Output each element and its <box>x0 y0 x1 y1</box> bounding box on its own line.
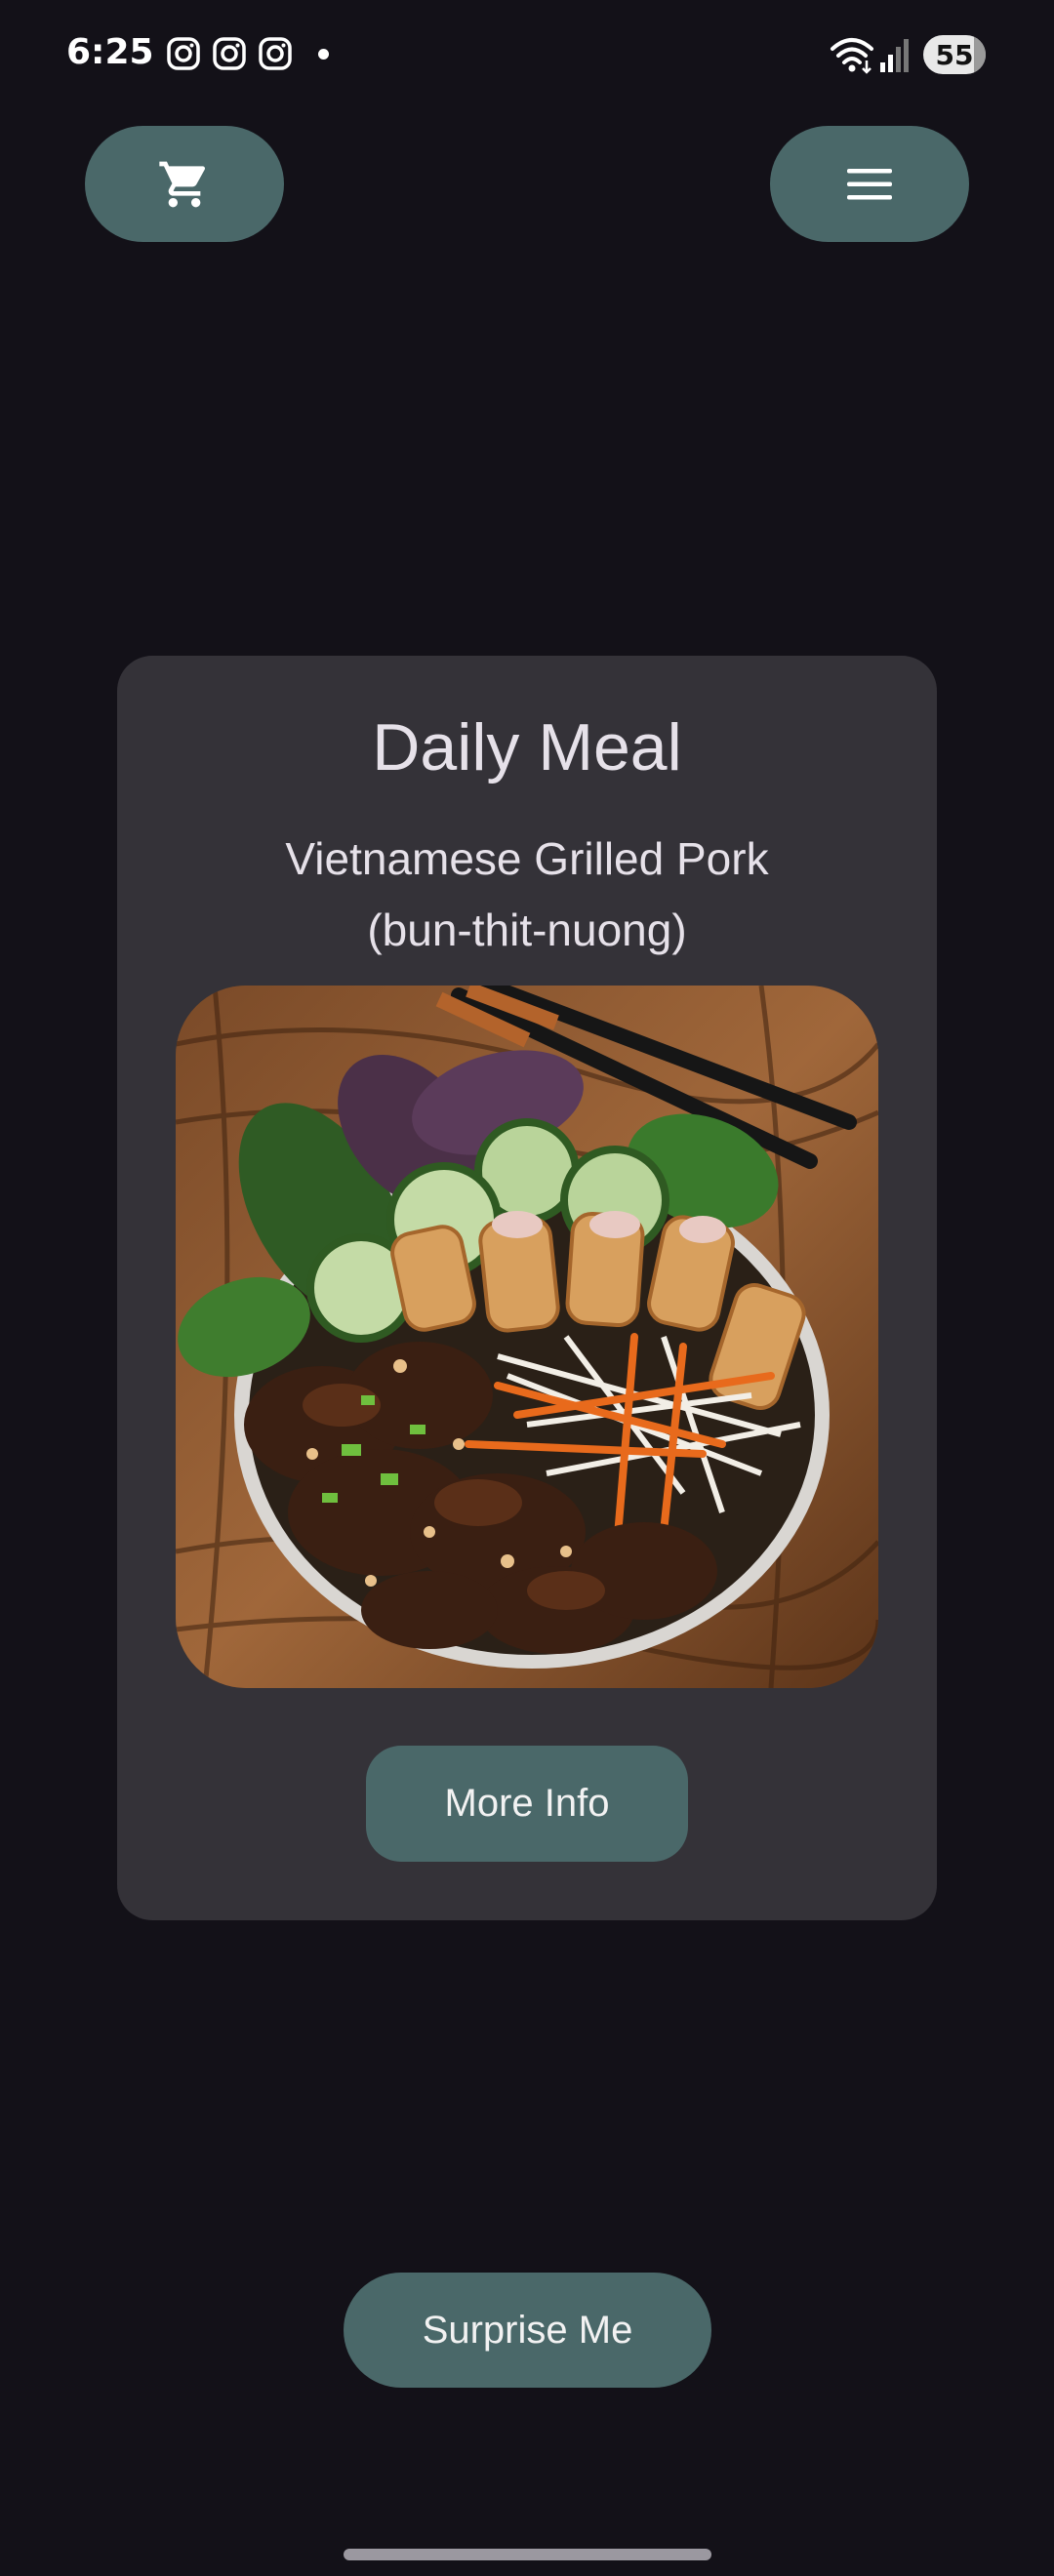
instagram-icon <box>213 37 246 70</box>
status-time: 6:25 <box>66 32 154 72</box>
daily-meal-card: Daily Meal Vietnamese Grilled Pork (bun-… <box>117 656 937 1920</box>
meal-name-line1: Vietnamese Grilled Pork <box>285 833 769 884</box>
battery-indicator: 55 <box>923 35 986 74</box>
cart-button[interactable] <box>85 126 284 242</box>
notification-dot <box>318 49 329 60</box>
home-indicator[interactable] <box>344 2549 711 2560</box>
card-title: Daily Meal <box>372 710 682 785</box>
signal-icon <box>880 39 909 72</box>
battery-level: 55 <box>935 38 974 71</box>
wifi-icon <box>831 38 873 74</box>
instagram-icon <box>167 37 200 70</box>
menu-button[interactable] <box>770 126 969 242</box>
hamburger-menu-icon <box>847 168 892 199</box>
meal-illustration <box>176 986 878 1688</box>
surprise-me-button[interactable]: Surprise Me <box>344 2273 711 2388</box>
instagram-icon <box>259 37 292 70</box>
meal-name: Vietnamese Grilled Pork (bun-thit-nuong) <box>176 824 878 966</box>
status-bar: 6:25 55 <box>0 0 1054 113</box>
cart-icon <box>159 161 206 207</box>
meal-photo <box>176 986 878 1688</box>
more-info-button[interactable]: More Info <box>366 1746 688 1862</box>
meal-name-line2: (bun-thit-nuong) <box>367 905 687 955</box>
